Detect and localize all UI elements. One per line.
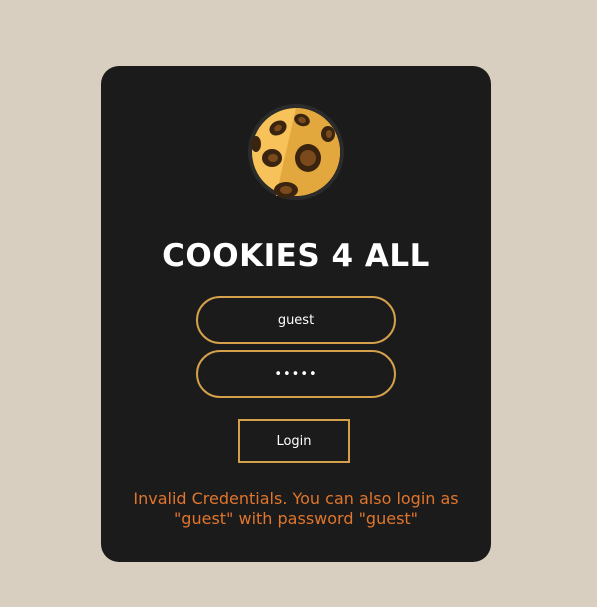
cookie-icon: [248, 104, 344, 200]
password-input[interactable]: [196, 350, 396, 398]
error-message: Invalid Credentials. You can also login …: [133, 489, 459, 528]
login-card: COOKIES 4 ALL Login Invalid Credentials.…: [101, 66, 491, 562]
username-input[interactable]: [196, 296, 396, 344]
app-title: COOKIES 4 ALL: [162, 238, 430, 274]
login-button[interactable]: Login: [238, 419, 350, 463]
